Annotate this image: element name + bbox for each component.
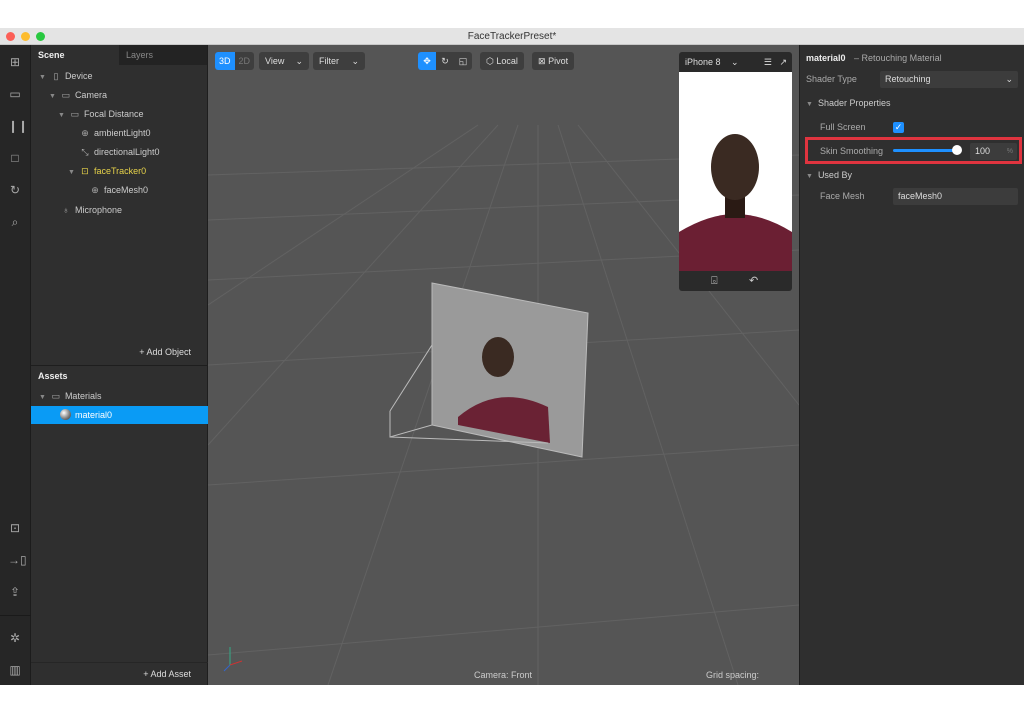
tree-item-focal-distance[interactable]: ▼ ▭ Focal Distance bbox=[58, 105, 143, 123]
slider-thumb[interactable] bbox=[952, 145, 962, 155]
menu-icon[interactable]: ☰ bbox=[764, 52, 772, 72]
face-tracker-icon: ⊡ bbox=[81, 166, 89, 176]
tool-rail: ⊞ ▭ ❙❙ □ ↻ ⌕ ⊡ →▯ ⇪ ✲ ▥ bbox=[0, 45, 31, 685]
search-icon[interactable]: ⌕ bbox=[8, 215, 22, 229]
tree-item-camera[interactable]: ▼ ▭ Camera bbox=[49, 86, 107, 104]
skin-smoothing-slider[interactable] bbox=[893, 145, 962, 155]
skin-smoothing-input[interactable]: 100% bbox=[970, 143, 1017, 160]
folder-icon: ▭ bbox=[51, 391, 61, 401]
face-mesh-field[interactable]: faceMesh0 bbox=[893, 188, 1018, 205]
layout-icon[interactable]: ⊞ bbox=[8, 55, 22, 69]
face-preview bbox=[482, 337, 514, 377]
full-screen-checkbox[interactable]: ✓ bbox=[893, 122, 904, 133]
move-icon[interactable]: ✥ bbox=[418, 52, 436, 70]
popout-icon[interactable]: ↗ bbox=[779, 52, 787, 72]
pivot-button[interactable]: ⊠ Pivot bbox=[532, 52, 575, 70]
video-icon[interactable]: ▭ bbox=[8, 87, 22, 101]
inspector-panel: material0 – Retouching Material Shader T… bbox=[799, 45, 1024, 685]
camera-label: Camera: Front bbox=[474, 670, 533, 680]
view-dropdown[interactable]: View ⌄ bbox=[259, 52, 309, 70]
sphere-icon bbox=[60, 409, 71, 420]
device-preview: iPhone 8 ⌄ ☰ ↗ ⌻ ↶ bbox=[679, 52, 792, 291]
book-icon[interactable]: ▥ bbox=[8, 663, 22, 677]
device-dropdown[interactable]: iPhone 8 ⌄ ☰ ↗ bbox=[679, 52, 792, 72]
square-icon[interactable]: □ bbox=[8, 151, 22, 165]
asset-material0[interactable]: material0 bbox=[31, 406, 208, 424]
add-object-button[interactable]: + Add Object bbox=[139, 347, 191, 357]
tree-item-directional-light[interactable]: ⤡ directionalLight0 bbox=[80, 143, 159, 161]
cube-icon: ⬡ bbox=[486, 56, 494, 66]
shader-properties-section[interactable]: ▼ Shader Properties bbox=[800, 93, 1024, 113]
used-by-section[interactable]: ▼ Used By bbox=[800, 165, 1024, 185]
pause-icon[interactable]: ❙❙ bbox=[8, 119, 28, 133]
preview-camera-feed bbox=[679, 72, 792, 271]
add-folder-icon[interactable]: ⊡ bbox=[8, 521, 22, 535]
microphone-icon: ♁ bbox=[62, 205, 70, 215]
tree-item-microphone[interactable]: ♁ Microphone bbox=[61, 201, 122, 219]
inspector-subtitle: – Retouching Material bbox=[854, 53, 942, 63]
minimize-button[interactable] bbox=[21, 32, 30, 41]
phone-icon: ▯ bbox=[53, 71, 59, 81]
chevron-down-icon: ⌄ bbox=[1005, 74, 1013, 84]
full-screen-label: Full Screen bbox=[820, 122, 866, 132]
filter-dropdown[interactable]: Filter ⌄ bbox=[313, 52, 365, 70]
bug-icon[interactable]: ✲ bbox=[8, 631, 22, 645]
title-bar: FaceTrackerPreset* bbox=[0, 28, 1024, 45]
send-to-device-icon[interactable]: →▯ bbox=[8, 553, 27, 567]
zoom-button[interactable] bbox=[36, 32, 45, 41]
directional-light-icon: ⤡ bbox=[81, 147, 89, 157]
tree-item-face-mesh[interactable]: ⊕ faceMesh0 bbox=[90, 181, 148, 199]
camera-icon: ▭ bbox=[61, 90, 71, 100]
screenshot-icon[interactable]: ⌻ bbox=[711, 271, 718, 291]
viewport[interactable]: 3D 2D View ⌄ Filter ⌄ ✥ ↻ ◱ ⬡ Local ⊠ Pivo… bbox=[208, 45, 799, 685]
globe-icon: ⊕ bbox=[91, 185, 99, 195]
add-asset-button[interactable]: + Add Asset bbox=[143, 669, 191, 679]
globe-icon: ⊕ bbox=[81, 128, 89, 138]
tree-item-materials[interactable]: ▼ ▭ Materials bbox=[39, 387, 101, 405]
refresh-icon[interactable]: ↻ bbox=[8, 183, 22, 197]
grid-spacing-label: Grid spacing: bbox=[706, 670, 760, 680]
ruler-icon: ▭ bbox=[70, 109, 80, 119]
rotate-icon[interactable]: ↻ bbox=[436, 52, 454, 70]
scene-panel: Scene Layers ▼ ▯ Device ▼ ▭ Camera ▼ ▭ Focal D… bbox=[31, 45, 208, 685]
window-title: FaceTrackerPreset* bbox=[467, 31, 557, 42]
upload-icon[interactable]: ⇪ bbox=[8, 585, 22, 599]
inspector-title: material0 bbox=[806, 53, 846, 63]
view-mode-toggle: 3D 2D bbox=[215, 52, 255, 70]
tree-item-device[interactable]: ▼ ▯ Device bbox=[39, 67, 92, 85]
assets-title: Assets bbox=[38, 371, 68, 381]
transform-tools: ✥ ↻ ◱ bbox=[418, 52, 472, 70]
tree-item-ambient-light[interactable]: ⊕ ambientLight0 bbox=[80, 124, 150, 142]
tab-scene[interactable]: Scene bbox=[31, 45, 119, 65]
mode-3d-button[interactable]: 3D bbox=[215, 52, 235, 70]
chevron-down-icon: ⌄ bbox=[295, 56, 303, 66]
mode-2d-button[interactable]: 2D bbox=[235, 52, 255, 70]
scale-icon[interactable]: ◱ bbox=[454, 52, 472, 70]
pivot-icon: ⊠ bbox=[538, 56, 546, 66]
tree-item-face-tracker[interactable]: ▼ ⊡ faceTracker0 bbox=[68, 162, 146, 180]
tab-layers[interactable]: Layers bbox=[119, 45, 207, 65]
close-button[interactable] bbox=[6, 32, 15, 41]
shader-type-dropdown[interactable]: Retouching ⌄ bbox=[880, 71, 1018, 88]
chevron-down-icon: ⌄ bbox=[731, 57, 739, 67]
rotate-device-icon[interactable]: ↶ bbox=[749, 271, 758, 291]
local-button[interactable]: ⬡ Local bbox=[480, 52, 524, 70]
chevron-down-icon: ⌄ bbox=[351, 56, 359, 66]
